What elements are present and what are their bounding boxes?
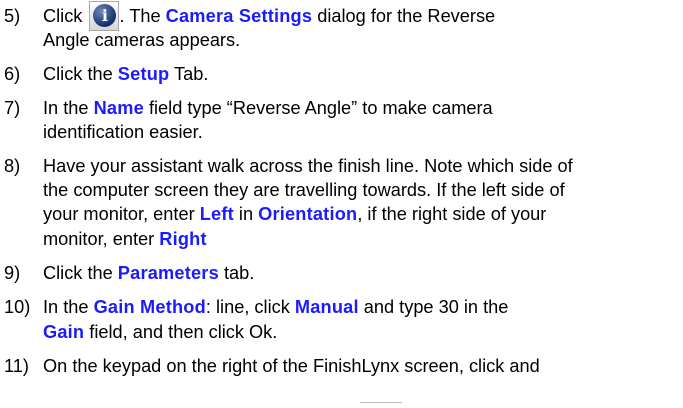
ui-term: Parameters	[117, 263, 219, 283]
step-text-line: In the Gain Method: line, click Manual a…	[43, 296, 508, 318]
text-run: Click	[43, 6, 88, 26]
step-text-line: Click i. The Camera Settings dialog for …	[43, 1, 496, 31]
step-text-line: In the Name field type “Reverse Angle” t…	[43, 97, 493, 119]
step-text-line: On the keypad on the right of the Finish…	[43, 355, 540, 377]
text-run: tab.	[218, 263, 255, 283]
text-run: identification easier.	[43, 122, 203, 142]
text-run: Have your assistant walk across the fini…	[43, 156, 573, 176]
step-text-line: Angle cameras appears.	[43, 29, 240, 51]
text-run: Angle cameras appears.	[43, 30, 241, 50]
text-run: field, and then click Ok.	[84, 322, 278, 342]
ui-term: Name	[93, 98, 144, 118]
step-number: 5)	[4, 6, 21, 26]
step-number: 8)	[4, 156, 21, 176]
step-text-line: Have your assistant walk across the fini…	[43, 155, 573, 177]
ui-term: Left	[199, 204, 234, 224]
text-run: Click the	[43, 263, 118, 283]
step-number: 7)	[4, 98, 21, 118]
text-run: Tab.	[169, 64, 209, 84]
text-run: field type “Reverse Angle” to make camer…	[143, 98, 493, 118]
text-run: your monitor, enter	[43, 204, 200, 224]
step-text-line: your monitor, enter Left in Orientation,…	[43, 203, 546, 225]
text-run: and type 30 in the	[358, 297, 509, 317]
text-run: monitor, enter	[43, 229, 160, 249]
text-run: , if the right side of your	[357, 204, 547, 224]
ui-term: Gain Method	[93, 297, 206, 317]
text-run: . The	[119, 6, 166, 26]
step-text-line: Gain field, and then click Ok.	[43, 321, 277, 343]
text-run: On the keypad on the right of the Finish…	[43, 356, 540, 376]
ui-term: Camera Settings	[165, 6, 313, 26]
text-run: the computer screen they are travelling …	[43, 180, 565, 200]
text-run: dialog for the Reverse	[312, 6, 496, 26]
ui-term: Manual	[294, 297, 359, 317]
text-run: In the	[43, 98, 94, 118]
step-number: 11)	[4, 356, 29, 376]
text-run: In the	[43, 297, 94, 317]
step-number: 6)	[4, 64, 21, 84]
cropped-fragment	[360, 402, 402, 403]
step-text-line: identification easier.	[43, 121, 203, 143]
step-text-line: Click the Setup Tab.	[43, 63, 208, 85]
ui-term: Right	[159, 229, 207, 249]
text-run: in	[233, 204, 259, 224]
ui-term: Gain	[43, 322, 85, 342]
step-number: 10)	[4, 297, 31, 317]
step-text-line: Click the Parameters tab.	[43, 262, 254, 284]
text-run: : line, click	[205, 297, 295, 317]
step-number: 9)	[4, 263, 21, 283]
ui-term: Orientation	[258, 204, 358, 224]
info-icon[interactable]: i	[87, 1, 120, 31]
step-text-line: the computer screen they are travelling …	[43, 179, 565, 201]
ui-term: Setup	[117, 64, 170, 84]
text-run: Click the	[43, 64, 118, 84]
step-text-line: monitor, enter Right	[43, 228, 207, 250]
